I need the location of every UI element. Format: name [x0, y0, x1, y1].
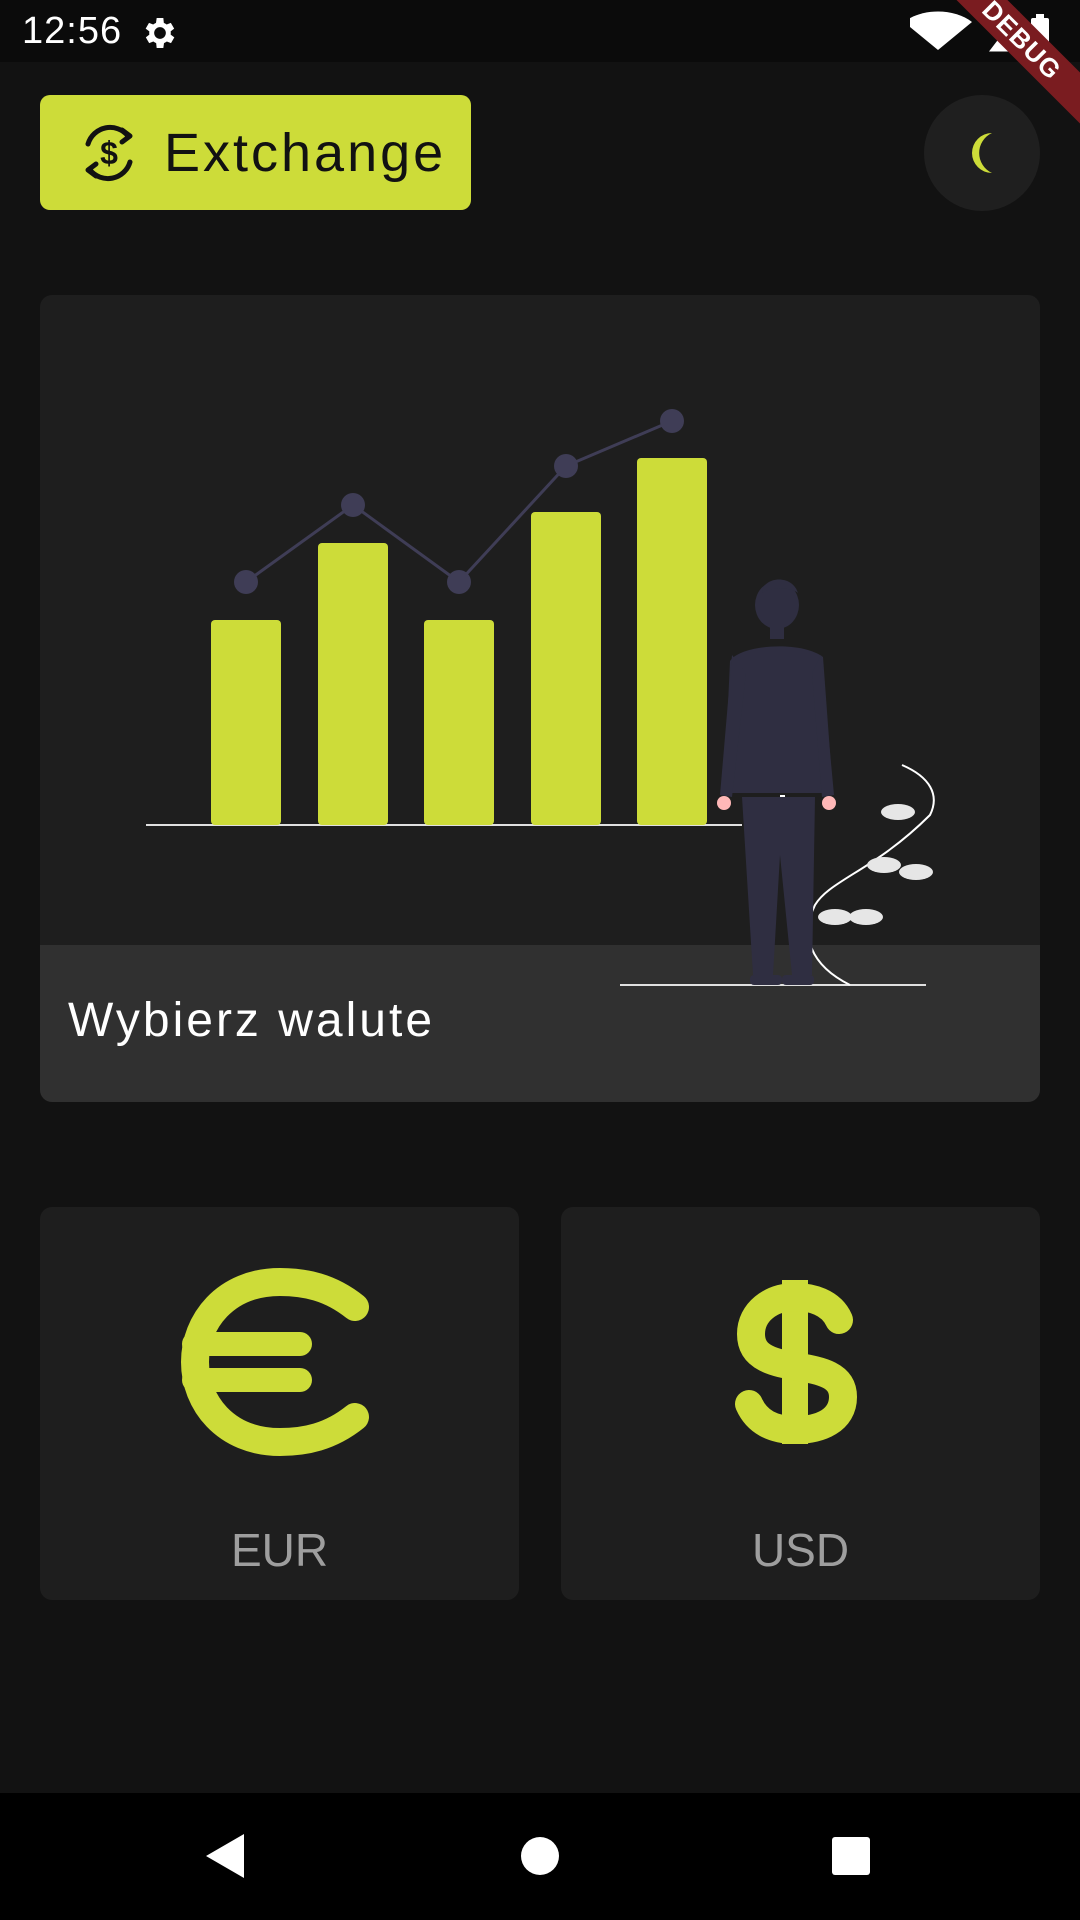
home-icon[interactable] [502, 1818, 578, 1894]
status-time: 12:56 [22, 10, 123, 52]
wifi-icon [910, 11, 972, 50]
currency-code-usd: USD [751, 1524, 850, 1576]
moon-icon [972, 133, 992, 173]
euro-icon [180, 1267, 369, 1457]
back-icon[interactable] [188, 1818, 264, 1894]
recents-icon[interactable] [813, 1818, 889, 1894]
currency-exchange-icon: $ [85, 124, 133, 181]
system-nav-bar [0, 1793, 1080, 1920]
settings-icon [145, 18, 175, 48]
currency-card-eur[interactable]: EUR [40, 1207, 519, 1600]
dollar-icon [735, 1280, 858, 1445]
brand-button[interactable]: $ Extchange [40, 95, 471, 210]
hero-title: Wybierz walute [68, 994, 436, 1047]
growth-chart-illustration [146, 409, 935, 986]
hero-card[interactable]: Wybierz walute [40, 295, 1040, 1102]
svg-text:$: $ [100, 135, 118, 171]
brand-label: Extchange [164, 122, 447, 183]
app-screen: 12:56 DEBUG $ Extchange Wybierz walute E… [0, 0, 1080, 1920]
currency-code-eur: EUR [230, 1524, 329, 1576]
theme-toggle-button[interactable] [924, 95, 1040, 211]
currency-card-usd[interactable]: USD [561, 1207, 1040, 1600]
status-bar: 12:56 [0, 0, 1080, 62]
